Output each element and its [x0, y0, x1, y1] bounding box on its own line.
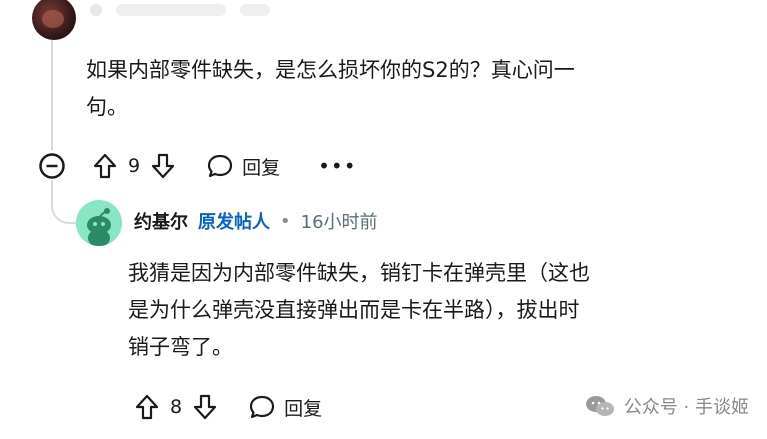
arrow-up-icon[interactable]: [92, 152, 118, 180]
comment-text-line: 如果内部零件缺失，是怎么损坏你的S2的？真心问一: [86, 58, 575, 82]
speech-bubble-icon: [248, 393, 276, 421]
comment-actions: 9 回复 •••: [38, 148, 357, 184]
reply-header: 约基尔 原发帖人 • 16小时前: [134, 208, 378, 234]
reply-actions: 8 回复: [134, 389, 322, 425]
faded-bar: [116, 4, 226, 16]
upvote-count: 9: [128, 155, 141, 177]
truncated-header: [90, 0, 340, 20]
wechat-icon: [584, 394, 616, 418]
watermark-text: 公众号 · 手谈姬: [623, 397, 749, 418]
reply-text-line: 是为什么弹壳没直接弹出而是卡在半路），拔出时: [128, 298, 580, 322]
faded-icon: [90, 4, 102, 16]
reply-button[interactable]: 回复: [206, 152, 280, 180]
speech-bubble-icon: [206, 152, 234, 180]
arrow-down-icon[interactable]: [150, 152, 176, 180]
commenter-avatar[interactable]: [32, 0, 76, 40]
reply-author[interactable]: 约基尔: [134, 208, 188, 234]
upvote-count: 8: [170, 396, 183, 418]
more-options-button[interactable]: •••: [318, 154, 356, 178]
reddit-snoo-icon[interactable]: [76, 200, 122, 246]
watermark: 公众号 · 手谈姬: [584, 393, 749, 419]
faded-bar: [240, 4, 270, 16]
op-badge: 原发帖人: [198, 212, 270, 233]
arrow-down-icon[interactable]: [192, 393, 218, 421]
separator-dot: •: [280, 210, 291, 232]
arrow-up-icon[interactable]: [134, 393, 160, 421]
reply-label: 回复: [242, 156, 281, 179]
comment-text-line: 句。: [86, 95, 128, 119]
reply-text-line: 销子弯了。: [128, 335, 233, 359]
minus-circle-icon[interactable]: [38, 152, 66, 180]
comment-body: 如果内部零件缺失，是怎么损坏你的S2的？真心问一 句。: [86, 52, 726, 126]
reply-text-line: 我猜是因为内部零件缺失，销钉卡在弹壳里（这也: [128, 261, 590, 285]
reply-label: 回复: [284, 397, 323, 420]
reply-button[interactable]: 回复: [248, 393, 322, 421]
reply-timestamp: 16小时前: [300, 212, 378, 233]
reply-body: 我猜是因为内部零件缺失，销钉卡在弹壳里（这也 是为什么弹壳没直接弹出而是卡在半路…: [128, 255, 728, 366]
thread-line[interactable]: [51, 40, 53, 150]
